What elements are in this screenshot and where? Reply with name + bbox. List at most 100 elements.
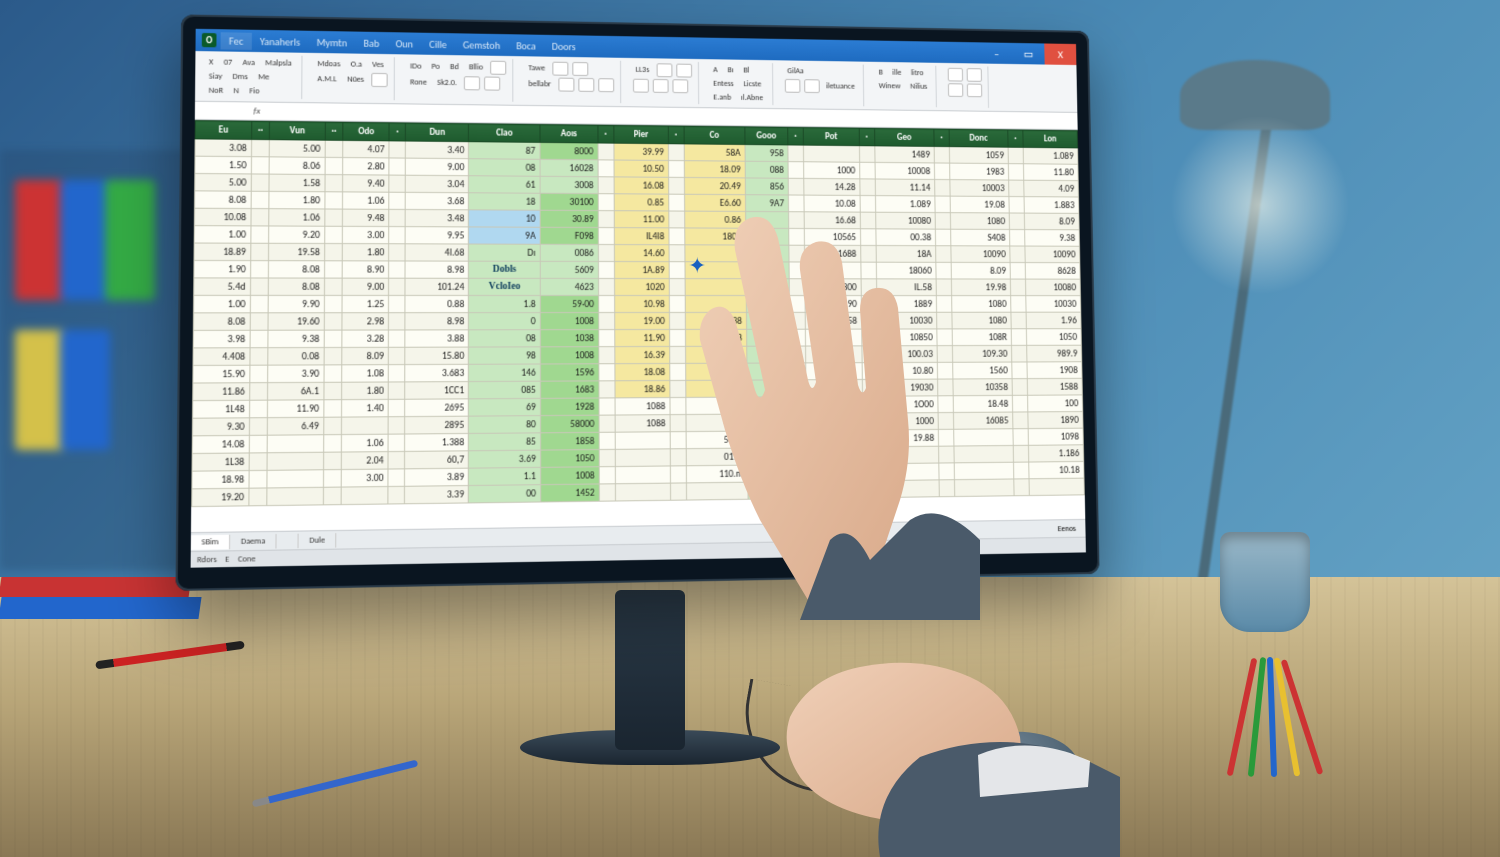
cell[interactable] <box>250 295 268 312</box>
cell[interactable]: 61 <box>469 176 540 194</box>
cell[interactable]: 1CC1 <box>405 382 469 400</box>
cell[interactable] <box>668 144 684 161</box>
cell[interactable] <box>251 174 269 191</box>
cell[interactable]: 18 <box>469 193 540 210</box>
cell[interactable]: 10.08 <box>194 208 251 226</box>
cell[interactable]: 1489 <box>875 146 935 163</box>
cell[interactable]: 9.20 <box>269 226 325 244</box>
cell[interactable] <box>669 279 685 296</box>
cell[interactable] <box>388 486 404 504</box>
cell[interactable] <box>598 244 614 261</box>
cell[interactable]: 0.08 <box>268 348 324 366</box>
cell[interactable]: 10.08 <box>804 195 860 212</box>
cell[interactable] <box>669 312 685 329</box>
cell[interactable] <box>790 296 806 313</box>
cell[interactable]: 30.89 <box>540 210 598 227</box>
cell[interactable]: 16.08 <box>614 177 669 194</box>
cell[interactable] <box>250 348 268 366</box>
cell[interactable] <box>670 466 686 483</box>
cell[interactable]: 1008 <box>541 467 600 485</box>
cell[interactable] <box>1014 479 1029 496</box>
cell[interactable]: 1.25 <box>342 295 389 312</box>
cell[interactable]: 1050 <box>1026 329 1081 346</box>
cell[interactable] <box>670 483 686 500</box>
ribbon-button-icon[interactable] <box>652 79 668 93</box>
cell[interactable] <box>251 157 269 174</box>
cell[interactable] <box>788 178 804 195</box>
ribbon-button-icon[interactable] <box>967 68 982 82</box>
menu-tab-oun[interactable]: Oun <box>387 35 421 53</box>
cell[interactable] <box>939 463 954 480</box>
cell[interactable] <box>806 396 863 413</box>
cell[interactable] <box>599 364 615 381</box>
column-header[interactable]: · <box>389 123 405 141</box>
cell[interactable] <box>389 365 405 382</box>
cell[interactable] <box>389 175 405 192</box>
cell[interactable] <box>936 262 951 279</box>
cell[interactable] <box>1029 478 1085 495</box>
cell[interactable]: 18.08 <box>615 363 670 380</box>
cell[interactable] <box>806 379 863 396</box>
menu-tab-doors[interactable]: Doors <box>544 37 584 54</box>
cell[interactable] <box>747 380 791 397</box>
cell[interactable]: 9.90 <box>268 295 324 312</box>
cell[interactable] <box>747 363 791 380</box>
cell[interactable] <box>789 262 805 279</box>
ribbon-button[interactable]: Tawe <box>525 62 548 74</box>
ribbon-button[interactable]: 07 <box>221 57 236 69</box>
cell[interactable] <box>669 211 685 228</box>
cell[interactable] <box>937 312 952 329</box>
sheet-tab[interactable]: Daema <box>230 533 276 548</box>
ribbon-button-icon[interactable] <box>371 73 387 87</box>
cell[interactable] <box>669 329 685 346</box>
cell[interactable] <box>806 363 863 380</box>
cell[interactable] <box>670 432 686 449</box>
cell[interactable]: 0.88 <box>405 295 469 312</box>
cell[interactable] <box>746 312 790 329</box>
cell[interactable] <box>598 211 614 228</box>
ribbon-button[interactable]: O.a <box>347 58 365 70</box>
cell[interactable] <box>746 245 789 262</box>
cell[interactable]: 3.39 <box>405 486 469 504</box>
cell[interactable] <box>938 379 953 396</box>
cell[interactable] <box>939 480 954 497</box>
cell[interactable] <box>249 470 267 488</box>
cell[interactable] <box>324 295 342 312</box>
cell[interactable] <box>599 295 615 312</box>
cell[interactable]: 9.00 <box>405 158 468 176</box>
window-maximize-button[interactable]: ▭ <box>1012 43 1044 65</box>
cell[interactable] <box>324 261 342 278</box>
cell[interactable]: 19.88 <box>878 429 938 446</box>
cell[interactable]: 1059 <box>949 147 1008 164</box>
cell[interactable]: 19.98 <box>951 279 1010 296</box>
cell[interactable] <box>668 177 684 194</box>
cell[interactable] <box>807 447 864 465</box>
cell[interactable] <box>388 469 404 487</box>
cell[interactable]: 8000 <box>540 142 598 159</box>
cell[interactable]: 2895 <box>405 416 469 434</box>
cell[interactable]: 3.98 <box>193 330 250 348</box>
ribbon-button[interactable]: Siay <box>206 70 226 82</box>
cell[interactable]: 1.186 <box>1028 445 1083 462</box>
ribbon-button-icon[interactable] <box>784 79 800 93</box>
cell[interactable]: 3.683 <box>405 364 469 382</box>
cell[interactable]: 1.06 <box>341 434 388 452</box>
ribbon-button-icon[interactable] <box>672 79 688 93</box>
column-header[interactable]: Geo <box>874 128 934 146</box>
cell[interactable] <box>599 330 615 347</box>
cell[interactable] <box>389 227 405 244</box>
cell[interactable]: 60,7 <box>405 451 469 469</box>
cell[interactable] <box>1012 362 1027 379</box>
cell[interactable] <box>388 451 404 469</box>
cell[interactable]: 8.08 <box>195 191 252 209</box>
cell[interactable]: 8.08 <box>268 278 324 295</box>
cell[interactable]: 3.48 <box>405 209 469 226</box>
cell[interactable] <box>1012 395 1027 412</box>
cell[interactable]: 4I.68 <box>405 244 469 261</box>
cell[interactable]: 1020 <box>614 278 669 295</box>
cell[interactable] <box>860 162 875 179</box>
cell[interactable]: 1.089 <box>1023 147 1078 164</box>
cell[interactable]: 989.9 <box>1026 345 1081 362</box>
cell[interactable]: 16.39 <box>615 346 670 363</box>
ribbon-button-icon[interactable] <box>558 78 574 92</box>
